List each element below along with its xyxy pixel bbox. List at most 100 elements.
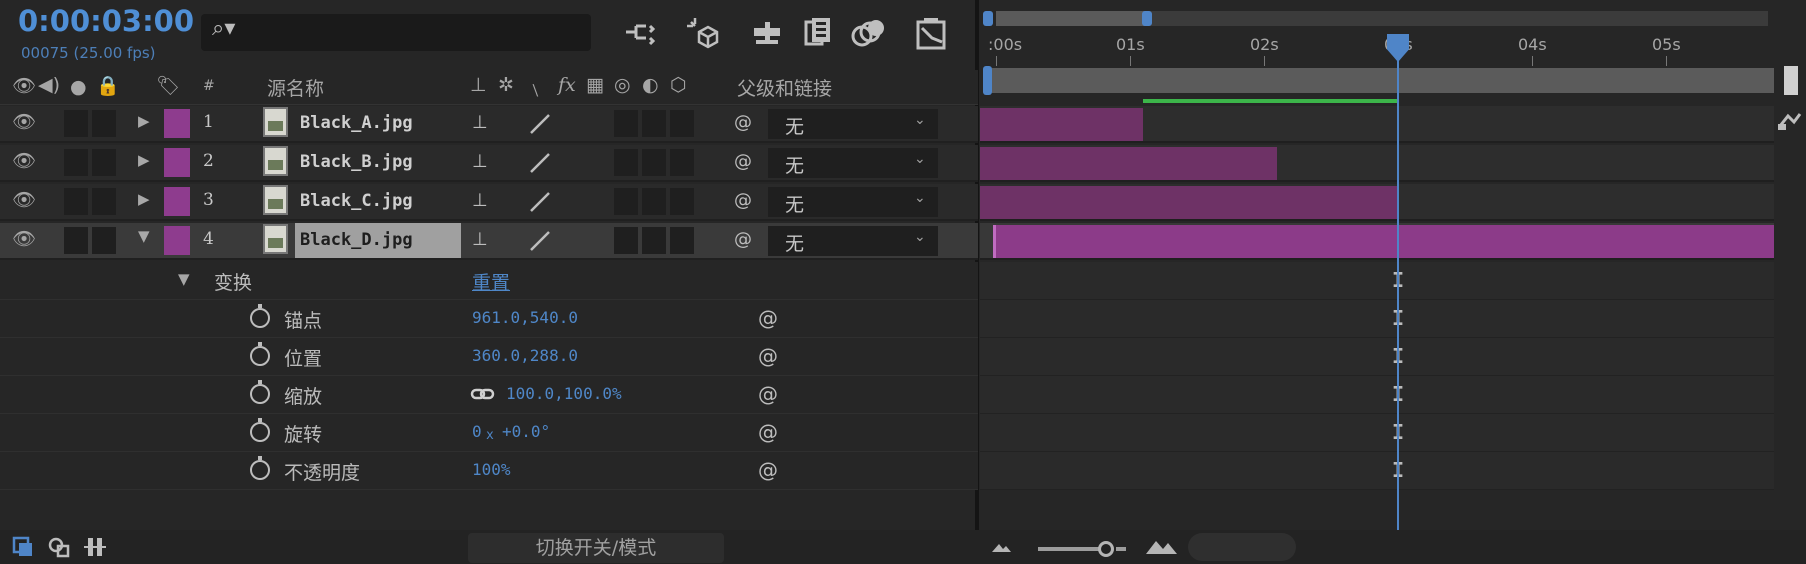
audio-slot[interactable] — [64, 227, 88, 254]
pickwhip-icon[interactable]: @ — [734, 151, 752, 172]
switch-slot[interactable] — [642, 110, 666, 137]
transform-group-row[interactable]: ▼ 变换 重置 — [0, 262, 978, 300]
flowchart-icon[interactable] — [620, 14, 660, 54]
switch-slot[interactable] — [642, 149, 666, 176]
shy-switch-icon[interactable]: ⊥ — [472, 229, 488, 250]
3d-switch-icon[interactable]: ⬡ — [670, 74, 687, 96]
motion-blur-switch-icon[interactable]: ◎ — [614, 74, 631, 96]
navigator-start-handle[interactable] — [983, 11, 993, 26]
pickwhip-icon[interactable]: @ — [758, 420, 778, 444]
switch-slot[interactable] — [642, 188, 666, 215]
zoom-slider-thumb[interactable] — [1098, 541, 1114, 557]
quality-switch-icon[interactable]: ﹨ — [526, 74, 545, 101]
motion-blur-icon[interactable] — [848, 14, 888, 54]
pickwhip-icon[interactable]: @ — [758, 344, 778, 368]
layer-switches-icon[interactable] — [12, 536, 34, 558]
property-row[interactable]: 不透明度 100% @ — [0, 452, 978, 490]
pickwhip-icon[interactable]: @ — [734, 190, 752, 211]
expand-arrow-icon[interactable]: ▶ — [138, 190, 150, 208]
eye-icon[interactable]: 👁 — [12, 188, 36, 211]
eye-icon[interactable]: 👁 — [12, 110, 36, 133]
collapse-arrow-icon[interactable]: ▼ — [178, 270, 190, 288]
comp-marker-bin[interactable] — [1784, 66, 1798, 95]
effects-switch-icon[interactable]: fx — [558, 74, 576, 96]
reset-link[interactable]: 重置 — [472, 268, 510, 295]
switch-slot[interactable] — [670, 227, 694, 254]
comp-flowchart-icon[interactable] — [1776, 106, 1804, 134]
expand-arrow-icon[interactable]: ▶ — [138, 151, 150, 169]
timeline-scrollbar[interactable] — [1188, 533, 1296, 561]
stopwatch-icon[interactable] — [250, 304, 270, 328]
label-color-swatch[interactable] — [164, 226, 190, 255]
stopwatch-icon[interactable] — [250, 380, 270, 404]
collapse-switch-icon[interactable]: ✲ — [498, 74, 514, 96]
stopwatch-icon[interactable] — [250, 342, 270, 366]
layer-row[interactable]: 👁 ▶ 1 Black_A.jpg ⊥ @ 无 ⌄ — [0, 106, 978, 143]
property-value[interactable]: 100.0,100.0% — [506, 384, 622, 403]
property-value[interactable]: 360.0,288.0 — [472, 346, 578, 365]
eye-icon[interactable]: 👁 — [12, 227, 36, 250]
label-color-swatch[interactable] — [164, 109, 190, 138]
chevron-down-icon[interactable]: ⌄ — [914, 190, 926, 206]
lock-slot[interactable] — [92, 110, 116, 137]
switch-slot[interactable] — [670, 110, 694, 137]
timeline-row[interactable] — [980, 145, 1774, 182]
graph-editor-icon[interactable] — [912, 14, 952, 54]
layer-name[interactable]: Black_A.jpg — [300, 113, 413, 133]
zoom-out-mountain-icon[interactable] — [990, 540, 1012, 554]
solo-icon[interactable]: ● — [70, 76, 87, 98]
audio-slot[interactable] — [64, 110, 88, 137]
layer-row[interactable]: 👁 ▶ 2 Black_B.jpg ⊥ @ 无 ⌄ — [0, 145, 978, 182]
layer-bar-selected[interactable] — [993, 225, 1774, 258]
switch-slot[interactable] — [670, 188, 694, 215]
eye-icon[interactable]: 👁 — [12, 149, 36, 172]
navigator-end-handle[interactable] — [1142, 11, 1152, 26]
label-color-swatch[interactable] — [164, 187, 190, 216]
label-tag-icon[interactable]: 🏷 — [156, 74, 180, 97]
layer-bar[interactable] — [980, 186, 1398, 219]
layer-bar[interactable] — [980, 108, 1144, 141]
rotation-revolutions[interactable]: 0 — [472, 422, 482, 441]
shy-layers-icon[interactable] — [748, 14, 788, 54]
toggle-switches-modes-button[interactable]: 切换开关/模式 — [468, 533, 724, 563]
in-out-panel-icon[interactable] — [84, 536, 106, 558]
property-value[interactable]: 961.0,540.0 — [472, 308, 578, 327]
video-toggle-icon[interactable]: 👁 — [12, 74, 36, 97]
property-value[interactable]: +0.0° — [502, 422, 550, 441]
pickwhip-icon[interactable]: @ — [758, 458, 778, 482]
layer-row[interactable]: 👁 ▶ 3 Black_C.jpg ⊥ @ 无 ⌄ — [0, 184, 978, 221]
navigator-range[interactable] — [996, 11, 1148, 26]
quality-line-icon[interactable] — [528, 229, 552, 253]
lock-icon[interactable]: 🔒 — [96, 74, 120, 97]
switch-slot[interactable] — [614, 227, 638, 254]
frame-blend-switch-icon[interactable]: ▦ — [586, 74, 604, 96]
property-value[interactable]: 100% — [472, 460, 511, 479]
pickwhip-icon[interactable]: @ — [758, 306, 778, 330]
search-input[interactable] — [201, 14, 591, 51]
playhead-line[interactable] — [1397, 40, 1399, 530]
audio-slot[interactable] — [64, 188, 88, 215]
quality-line-icon[interactable] — [528, 151, 552, 175]
adjustment-switch-icon[interactable]: ◐ — [642, 74, 659, 96]
chevron-down-icon[interactable]: ⌄ — [914, 229, 926, 245]
audio-slot[interactable] — [64, 149, 88, 176]
chevron-down-icon[interactable]: ⌄ — [914, 112, 926, 128]
property-row[interactable]: 缩放 100.0,100.0% @ — [0, 376, 978, 414]
stopwatch-icon[interactable] — [250, 456, 270, 480]
layer-name[interactable]: Black_C.jpg — [300, 191, 413, 211]
transfer-controls-icon[interactable] — [48, 536, 70, 558]
pickwhip-icon[interactable]: @ — [734, 229, 752, 250]
switch-slot[interactable] — [670, 149, 694, 176]
constrain-link-icon[interactable] — [470, 386, 496, 402]
work-area-start-handle[interactable] — [983, 66, 992, 95]
audio-toggle-icon[interactable]: ◀) — [38, 74, 60, 96]
source-name-column[interactable]: 源名称 — [267, 74, 324, 101]
switch-slot[interactable] — [642, 227, 666, 254]
collapse-arrow-icon[interactable]: ▼ — [138, 227, 150, 245]
lock-slot[interactable] — [92, 227, 116, 254]
work-area-bar[interactable] — [992, 68, 1774, 93]
pickwhip-icon[interactable]: @ — [758, 382, 778, 406]
timeline-row[interactable] — [980, 106, 1774, 143]
search-icon[interactable]: ⌕▾ — [212, 16, 235, 41]
zoom-in-mountain-icon[interactable] — [1144, 536, 1178, 556]
